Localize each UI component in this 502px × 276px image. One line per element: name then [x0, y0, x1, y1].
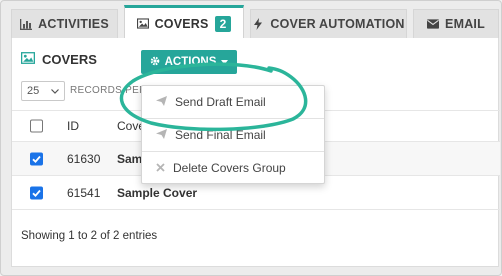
actions-menu: Send Draft Email Send Final Email Delete… [141, 85, 325, 184]
actions-button[interactable]: ACTIONS [141, 50, 237, 74]
image-icon [21, 52, 36, 67]
tab-email[interactable]: EMAIL [413, 9, 499, 38]
tab-activities[interactable]: ACTIVITIES [11, 9, 118, 38]
close-icon [156, 161, 165, 175]
row-cover-name[interactable]: Sam [117, 152, 142, 166]
table-info: Showing 1 to 2 of 2 entries [21, 230, 158, 242]
menu-item-label: Send Final Email [175, 128, 266, 142]
row-id: 61541 [67, 185, 101, 200]
tab-cover-automation[interactable]: COVER AUTOMATION [250, 9, 407, 38]
gear-icon [150, 56, 160, 69]
bolt-icon [252, 18, 264, 30]
page-length-value: 25 [27, 85, 40, 97]
menu-item-delete-covers-group[interactable]: Delete Covers Group [142, 152, 324, 184]
menu-item-send-final-email[interactable]: Send Final Email [142, 119, 324, 151]
row-id: 61630 [67, 151, 101, 166]
tab-email-label: EMAIL [445, 17, 485, 31]
actions-button-label: ACTIONS [164, 56, 217, 68]
menu-item-label: Delete Covers Group [173, 161, 286, 175]
select-all-checkbox[interactable] [30, 119, 43, 133]
menu-item-label: Send Draft Email [175, 95, 266, 109]
bar-chart-icon [20, 18, 33, 30]
row-checkbox[interactable] [30, 152, 43, 165]
column-header-id[interactable]: ID [67, 119, 79, 133]
envelope-icon [427, 18, 440, 30]
caret-down-icon [221, 56, 229, 68]
tab-bar: ACTIVITIES COVERS 2 COVER AUTOMATION EMA… [1, 1, 501, 39]
panel-title: COVERS [21, 52, 97, 67]
app-frame: ACTIVITIES COVERS 2 COVER AUTOMATION EMA… [0, 0, 502, 276]
covers-count-badge: 2 [214, 15, 232, 32]
panel-title-text: COVERS [42, 52, 97, 67]
tab-cover-automation-label: COVER AUTOMATION [270, 17, 405, 31]
row-checkbox[interactable] [30, 186, 43, 199]
chevron-down-icon [51, 85, 59, 97]
records-per-page-label: RECORDS PER [70, 85, 147, 96]
paper-plane-icon [156, 128, 167, 142]
page-length-select[interactable]: 25 [21, 81, 65, 101]
tab-activities-label: ACTIVITIES [38, 17, 109, 31]
tab-covers[interactable]: COVERS 2 [124, 5, 244, 39]
image-icon [136, 18, 149, 30]
row-cover-name[interactable]: Sample Cover [117, 186, 197, 200]
menu-item-send-draft-email[interactable]: Send Draft Email [142, 86, 324, 118]
tab-covers-label: COVERS [154, 16, 209, 31]
paper-plane-icon [156, 95, 167, 109]
